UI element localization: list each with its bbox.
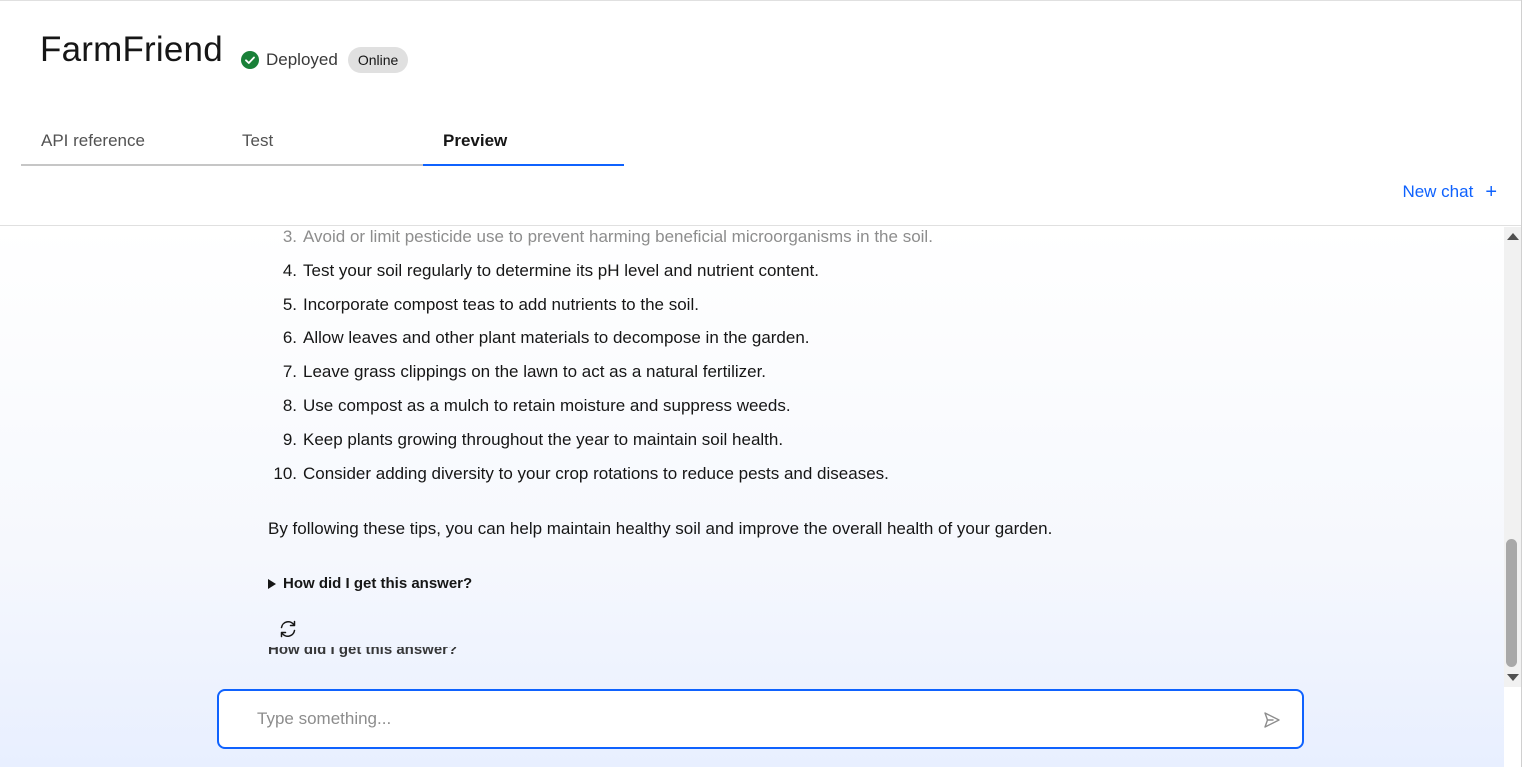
list-item: 5. Incorporate compost teas to add nutri…: [268, 295, 1268, 329]
list-item-text: Test your soil regularly to determine it…: [303, 260, 819, 280]
tab-api-reference[interactable]: API reference: [21, 118, 222, 166]
list-item: 6. Allow leaves and other plant material…: [268, 328, 1268, 362]
caret-right-icon: [268, 578, 276, 589]
list-item: 3. Avoid or limit pesticide use to preve…: [268, 227, 1268, 261]
list-item: 7. Leave grass clippings on the lawn to …: [268, 362, 1268, 396]
list-item-text: Leave grass clippings on the lawn to act…: [303, 362, 767, 382]
list-item-text: Allow leaves and other plant materials t…: [303, 328, 810, 348]
status-text: Deployed: [266, 50, 338, 69]
send-icon[interactable]: [1262, 710, 1282, 730]
list-item-text: Avoid or limit pesticide use to prevent …: [303, 227, 933, 246]
plus-icon: +: [1485, 181, 1497, 203]
list-item-text: Use compost as a mulch to retain moistur…: [303, 395, 791, 415]
bot-answer: 3. Avoid or limit pesticide use to preve…: [268, 227, 1268, 497]
app-title: FarmFriend: [40, 30, 223, 69]
list-item-number: 6.: [282, 328, 297, 348]
next-details-label: How did I get this answer?: [268, 641, 458, 658]
deployment-status: Deployed Online: [241, 45, 409, 75]
status-badge: Online: [347, 47, 409, 73]
chat-input[interactable]: [257, 703, 1217, 735]
list-item: 4. Test your soil regularly to determine…: [268, 261, 1268, 295]
details-label: How did I get this answer?: [283, 575, 473, 592]
chat-scrollbar[interactable]: [1504, 227, 1521, 687]
app-header: FarmFriend Deployed Online API reference…: [0, 0, 1522, 226]
list-item-number: 5.: [282, 294, 297, 314]
tips-list: 3. Avoid or limit pesticide use to preve…: [268, 227, 1268, 497]
list-item-number: 8.: [282, 395, 297, 415]
list-item-number: 7.: [282, 362, 297, 382]
new-chat-button[interactable]: New chat +: [1402, 182, 1497, 202]
tab-preview[interactable]: Preview: [423, 118, 624, 166]
list-item-number: 9.: [282, 429, 297, 449]
top-border: [0, 0, 1522, 1]
list-item: 9. Keep plants growing throughout the ye…: [268, 430, 1268, 464]
list-item-number: 10.: [273, 463, 297, 483]
next-message-peek: How did I get this answer?: [268, 641, 458, 658]
tab-list: API reference Test Preview: [21, 118, 624, 166]
list-item-number: 4.: [282, 260, 297, 280]
check-circle-icon: [241, 51, 259, 69]
list-item-text: Incorporate compost teas to add nutrient…: [303, 294, 699, 314]
chat-input-container: [217, 689, 1304, 749]
scroll-up-arrow-icon[interactable]: [1507, 233, 1519, 240]
scroll-thumb[interactable]: [1506, 539, 1517, 667]
list-item-number: 3.: [282, 227, 297, 246]
new-chat-label: New chat: [1402, 182, 1474, 201]
list-item: 10. Consider adding diversity to your cr…: [268, 464, 1268, 498]
list-item-text: Keep plants growing throughout the year …: [303, 429, 784, 449]
chat-area: 3. Avoid or limit pesticide use to preve…: [0, 227, 1504, 767]
scroll-down-arrow-icon[interactable]: [1507, 674, 1519, 681]
list-item-text: Consider adding diversity to your crop r…: [303, 463, 889, 483]
regenerate-icon[interactable]: [278, 619, 298, 639]
answer-details-toggle[interactable]: How did I get this answer?: [268, 575, 472, 592]
list-item: 8. Use compost as a mulch to retain mois…: [268, 396, 1268, 430]
tab-test[interactable]: Test: [222, 118, 423, 166]
answer-closing-text: By following these tips, you can help ma…: [268, 519, 1053, 538]
